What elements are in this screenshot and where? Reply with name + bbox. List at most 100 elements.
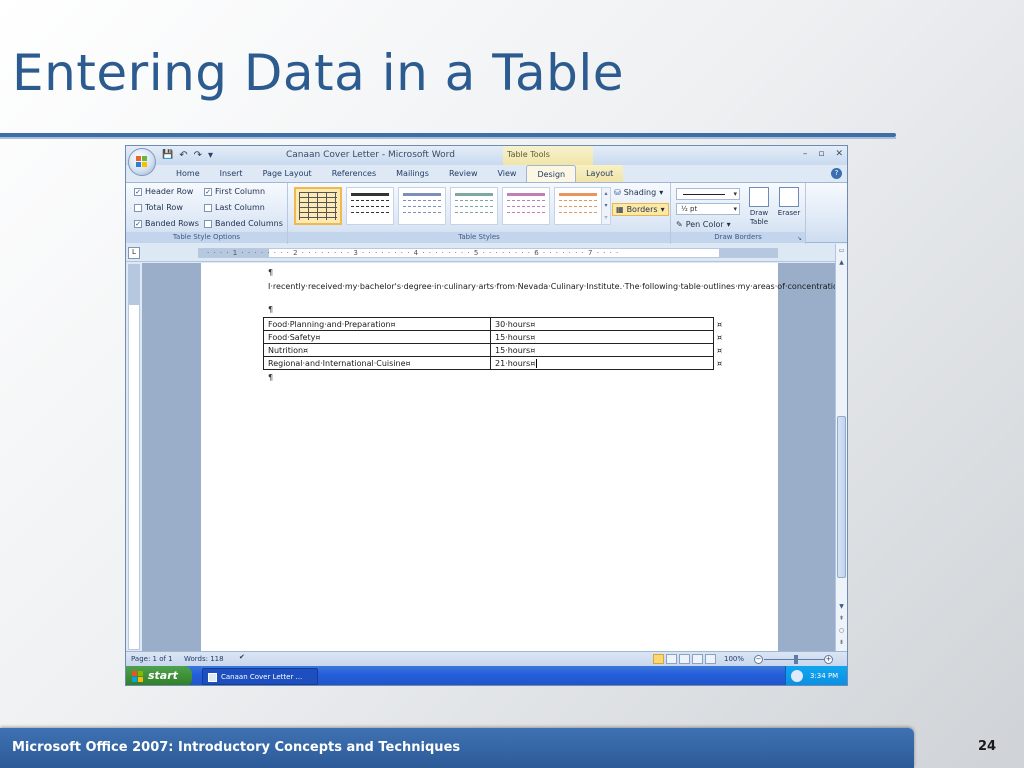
chevron-down-icon: ▾ bbox=[660, 205, 665, 214]
tab-insert[interactable]: Insert bbox=[210, 165, 253, 182]
checkbox-last-column[interactable] bbox=[204, 203, 212, 212]
slide-number: 24 bbox=[978, 739, 997, 754]
checkbox-total-row[interactable] bbox=[134, 203, 142, 212]
spelling-check-icon[interactable]: ✔ bbox=[239, 653, 245, 661]
dialog-launcher-icon[interactable]: ↘ bbox=[797, 235, 802, 242]
table-cell[interactable]: 15·hours¤ bbox=[490, 343, 714, 357]
table-cell[interactable]: Food·Safety¤ bbox=[263, 330, 491, 344]
scroll-down-icon[interactable]: ▼ bbox=[836, 602, 847, 612]
zoom-level[interactable]: 100% bbox=[724, 655, 744, 663]
option-first-column[interactable]: ✓ First Column bbox=[204, 187, 265, 196]
tab-design[interactable]: Design bbox=[526, 165, 577, 182]
horizontal-ruler[interactable]: · · · · 1 · · · · · · · · 2 · · · · · · … bbox=[198, 248, 778, 258]
table-style-swatch[interactable] bbox=[398, 187, 446, 225]
concentration-table[interactable]: Food·Planning·and·Preparation¤ 30·hours¤… bbox=[263, 317, 727, 370]
borders-button[interactable]: ▦ Borders ▾ bbox=[612, 203, 669, 216]
help-icon[interactable]: ? bbox=[831, 168, 842, 179]
redo-icon[interactable]: ↷ bbox=[194, 150, 202, 161]
tab-layout[interactable]: Layout bbox=[576, 165, 624, 182]
table-cell-active[interactable]: 21·hours¤ bbox=[490, 356, 714, 370]
pencil-icon bbox=[749, 187, 769, 207]
zoom-slider-knob[interactable] bbox=[794, 655, 798, 664]
option-banded-rows[interactable]: ✓ Banded Rows bbox=[134, 219, 199, 228]
cell-text: 21·hours¤ bbox=[495, 358, 536, 368]
tab-references[interactable]: References bbox=[322, 165, 386, 182]
table-cell[interactable]: Food·Planning·and·Preparation¤ bbox=[263, 317, 491, 331]
ruler-toggle-icon[interactable]: ▭ bbox=[836, 246, 847, 256]
tab-home[interactable]: Home bbox=[166, 165, 210, 182]
tray-icon[interactable] bbox=[791, 670, 803, 682]
vertical-ruler[interactable] bbox=[128, 264, 140, 650]
select-browse-object-icon[interactable]: ○ bbox=[836, 626, 847, 636]
draw-table-label: Draw Table bbox=[749, 209, 769, 226]
tab-review[interactable]: Review bbox=[439, 165, 488, 182]
tab-view[interactable]: View bbox=[487, 165, 526, 182]
option-label: First Column bbox=[215, 187, 266, 196]
page-indicator[interactable]: Page: 1 of 1 bbox=[131, 655, 173, 663]
table-style-swatch[interactable] bbox=[502, 187, 550, 225]
horizontal-ruler-area: L · · · · 1 · · · · · · · · 2 · · · · · … bbox=[126, 244, 847, 262]
paragraph-mark: ¶ bbox=[268, 268, 274, 277]
text-cursor bbox=[536, 358, 538, 368]
checkbox-header-row[interactable]: ✓ bbox=[134, 187, 142, 196]
checkbox-banded-rows[interactable]: ✓ bbox=[134, 219, 142, 228]
option-header-row[interactable]: ✓ Header Row bbox=[134, 187, 193, 196]
table-cell[interactable]: 30·hours¤ bbox=[490, 317, 714, 331]
scroll-up-icon[interactable]: ▲ bbox=[836, 258, 847, 268]
line-style-dropdown[interactable]: ▾ bbox=[676, 188, 740, 200]
zoom-slider[interactable]: − + bbox=[754, 655, 834, 664]
checkbox-first-column[interactable]: ✓ bbox=[204, 187, 212, 196]
pen-color-button[interactable]: ✎ Pen Color ▾ bbox=[676, 220, 731, 229]
option-last-column[interactable]: Last Column bbox=[204, 203, 265, 212]
table-cell[interactable]: Regional·and·International·Cuisine¤ bbox=[263, 356, 491, 370]
close-button[interactable]: ✕ bbox=[835, 149, 843, 159]
restore-button[interactable]: ▫ bbox=[818, 149, 824, 159]
ribbon: ✓ Header Row ✓ First Column Total Row La… bbox=[126, 182, 847, 244]
customize-qat-icon[interactable]: ▾ bbox=[208, 150, 213, 161]
minimize-button[interactable]: – bbox=[803, 149, 808, 159]
line-weight-dropdown[interactable]: ½ pt ▾ bbox=[676, 203, 740, 215]
ruler-ticks: · · · · 1 · · · · · · · · 2 · · · · · · … bbox=[207, 249, 620, 257]
option-banded-columns[interactable]: Banded Columns bbox=[204, 219, 283, 228]
next-page-icon[interactable]: ⇟ bbox=[836, 638, 847, 648]
paragraph-mark: ¶ bbox=[268, 305, 274, 314]
outline-view-icon[interactable] bbox=[692, 654, 703, 664]
gallery-scroll[interactable]: ▴ ▾ ▿ bbox=[601, 187, 611, 225]
group-label: Table Style Options bbox=[126, 232, 287, 243]
zoom-in-icon[interactable]: + bbox=[824, 655, 833, 664]
draw-table-button[interactable]: Draw Table bbox=[744, 187, 774, 227]
full-screen-reading-icon[interactable] bbox=[666, 654, 677, 664]
print-layout-view-icon[interactable] bbox=[653, 654, 664, 664]
shading-button[interactable]: ⛁ Shading ▾ bbox=[614, 188, 663, 197]
document-page[interactable]: ¶ I·recently·received·my·bachelor's·degr… bbox=[201, 263, 847, 651]
word-count[interactable]: Words: 118 bbox=[184, 655, 224, 663]
table-cell[interactable]: 15·hours¤ bbox=[490, 330, 714, 344]
office-button[interactable] bbox=[128, 148, 156, 176]
undo-icon[interactable]: ↶ bbox=[179, 150, 187, 161]
scrollbar-thumb[interactable] bbox=[837, 416, 846, 578]
borders-label: Borders bbox=[626, 205, 658, 214]
zoom-out-icon[interactable]: − bbox=[754, 655, 763, 664]
table-cell[interactable]: Nutrition¤ bbox=[263, 343, 491, 357]
web-layout-icon[interactable] bbox=[679, 654, 690, 664]
tab-mailings[interactable]: Mailings bbox=[386, 165, 439, 182]
previous-page-icon[interactable]: ⇞ bbox=[836, 614, 847, 624]
eraser-button[interactable]: Eraser bbox=[774, 187, 804, 218]
table-style-swatch[interactable] bbox=[554, 187, 602, 225]
taskbar-item-word[interactable]: Canaan Cover Letter ... bbox=[202, 668, 318, 685]
paint-bucket-icon: ⛁ bbox=[614, 188, 621, 197]
tab-selector[interactable]: L bbox=[128, 247, 140, 259]
start-button[interactable]: start bbox=[126, 666, 192, 685]
vertical-scrollbar[interactable]: ▭ ▲ ▼ ⇞ ○ ⇟ bbox=[835, 244, 847, 651]
shading-label: Shading bbox=[623, 188, 657, 197]
table-style-swatch[interactable] bbox=[294, 187, 342, 225]
chevron-down-icon: ▾ bbox=[726, 220, 731, 229]
table-style-swatch[interactable] bbox=[450, 187, 498, 225]
checkbox-banded-columns[interactable] bbox=[204, 219, 212, 228]
draft-view-icon[interactable] bbox=[705, 654, 716, 664]
option-total-row[interactable]: Total Row bbox=[134, 203, 183, 212]
table-style-swatch[interactable] bbox=[346, 187, 394, 225]
tab-page-layout[interactable]: Page Layout bbox=[253, 165, 322, 182]
view-buttons bbox=[653, 654, 716, 664]
save-icon[interactable]: 💾 bbox=[162, 150, 173, 160]
